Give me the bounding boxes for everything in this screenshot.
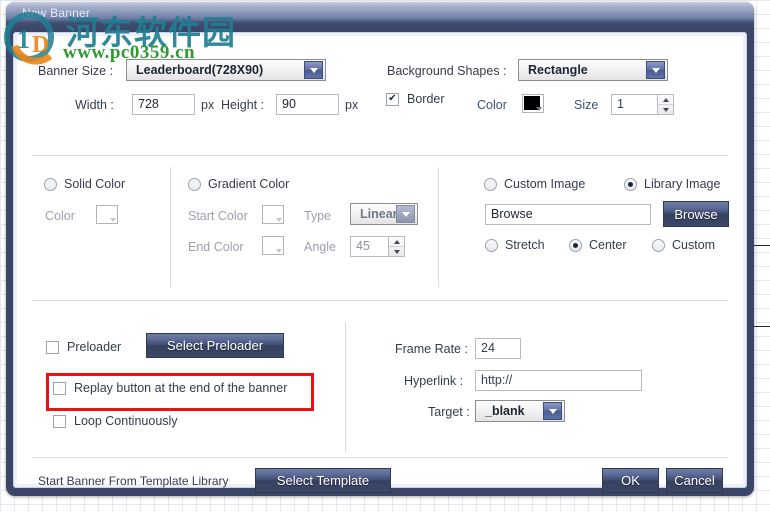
end-color-label: End Color [188,240,244,254]
checkbox-icon [53,414,66,428]
border-label: Border [407,92,445,106]
gradient-angle-value[interactable]: 45 [350,236,388,257]
banner-size-section: Banner Size : Leaderboard(728X90) Width … [18,37,742,156]
library-image-radio[interactable]: Library Image [624,177,720,191]
background-shapes-value: Rectangle [528,63,588,77]
custom-image-label: Custom Image [504,177,586,191]
playback-section: Preloader Select Preloader Replay button… [18,300,742,458]
dialog-body: Banner Size : Leaderboard(728X90) Width … [13,32,747,493]
border-checkbox[interactable]: Border [386,92,445,106]
stepper-up-icon[interactable] [658,95,673,105]
border-color-label: Color [477,98,507,112]
start-color-label: Start Color [188,209,248,223]
banner-size-value: Leaderboard(728X90) [136,63,264,77]
ok-button[interactable]: OK [602,468,659,493]
radio-icon [188,177,201,191]
replay-button-checkbox[interactable]: Replay button at the end of the banner [53,381,287,395]
gradient-color-radio[interactable]: Gradient Color [188,177,289,191]
preloader-checkbox[interactable]: Preloader [46,340,121,354]
radio-icon [485,238,498,252]
center-radio[interactable]: Center [569,238,627,252]
browse-button[interactable]: Browse [663,201,729,227]
custom-fit-label: Custom [672,238,716,252]
playback-divider [345,322,346,452]
fill-divider-right [438,167,439,287]
solid-color-label: Solid Color [64,177,126,191]
custom-fit-radio[interactable]: Custom [652,238,715,252]
stepper-up-icon[interactable] [389,237,404,247]
banner-size-label: Banner Size : [38,64,114,78]
template-library-label: Start Banner From Template Library [38,474,229,488]
stretch-label: Stretch [505,238,545,252]
cancel-button[interactable]: Cancel [666,468,723,493]
gradient-type-label: Type [304,209,332,223]
background-fill-section: Solid Color Color Gradient Color Start C… [18,155,742,301]
radio-icon [569,238,582,252]
banner-width-label: Width : [75,98,114,112]
gradient-type-value: Linear [360,207,396,221]
custom-image-radio[interactable]: Custom Image [484,177,585,191]
stretch-radio[interactable]: Stretch [485,238,545,252]
hyperlink-input[interactable]: http:// [475,370,642,391]
border-color-swatch[interactable] [522,94,544,113]
center-label: Center [589,238,627,252]
background-shapes-select[interactable]: Rectangle [518,59,668,81]
stepper-buttons[interactable] [388,236,405,257]
select-preloader-button[interactable]: Select Preloader [146,333,284,358]
checkbox-icon [386,92,399,106]
target-label: Target : [428,405,470,419]
replay-button-label: Replay button at the end of the banner [74,381,288,395]
loop-continuously-checkbox[interactable]: Loop Continuously [53,414,178,428]
banner-height-label: Height : [221,98,265,112]
target-select[interactable]: _blank [475,400,565,422]
dialog-content: Banner Size : Leaderboard(728X90) Width … [18,37,742,493]
dialog-footer: Start Banner From Template Library Selec… [18,457,742,493]
border-size-value[interactable]: 1 [611,94,657,115]
target-value: _blank [485,404,525,418]
radio-icon [652,238,665,252]
dialog-titlebar[interactable]: New Banner [6,2,754,30]
start-color-swatch[interactable] [262,205,284,224]
fill-divider-left [170,167,171,287]
chevron-down-icon [646,61,665,79]
frame-rate-input[interactable]: 24 [475,338,521,359]
end-color-swatch[interactable] [262,236,284,255]
border-color-fill [524,96,540,110]
loop-continuously-label: Loop Continuously [74,414,178,428]
browse-path-input[interactable]: Browse [485,204,651,225]
gradient-type-select[interactable]: Linear [350,203,418,225]
dialog-title: New Banner [22,6,91,20]
new-banner-dialog: New Banner Banner Size : Leaderboard(728… [6,2,754,496]
solid-color-swatch-label: Color [45,209,75,223]
banner-size-select[interactable]: Leaderboard(728X90) [126,59,326,81]
stepper-down-icon[interactable] [389,247,404,256]
checkbox-icon [53,381,66,395]
banner-height-input[interactable]: 90 [276,94,339,115]
library-image-label: Library Image [644,177,721,191]
preloader-label: Preloader [67,340,122,354]
radio-icon [44,177,57,191]
checkbox-icon [46,340,59,354]
stepper-down-icon[interactable] [658,105,673,114]
border-size-label: Size [574,98,599,112]
radio-icon [624,177,637,191]
background-shapes-label: Background Shapes : [387,64,507,78]
solid-color-radio[interactable]: Solid Color [44,177,125,191]
banner-width-unit: px [201,98,215,112]
stepper-buttons[interactable] [657,94,674,115]
gradient-angle-label: Angle [304,240,336,254]
chevron-down-icon [396,205,415,223]
banner-width-input[interactable]: 728 [132,94,195,115]
chevron-down-icon [304,61,323,79]
hyperlink-label: Hyperlink : [404,374,464,388]
gradient-color-label: Gradient Color [208,177,290,191]
radio-icon [484,177,497,191]
gradient-angle-stepper[interactable]: 45 [350,236,405,257]
banner-height-unit: px [345,98,359,112]
solid-color-swatch[interactable] [96,205,118,224]
select-template-button[interactable]: Select Template [255,468,391,493]
border-size-stepper[interactable]: 1 [611,94,674,115]
chevron-down-icon [543,402,562,420]
frame-rate-label: Frame Rate : [395,342,468,356]
